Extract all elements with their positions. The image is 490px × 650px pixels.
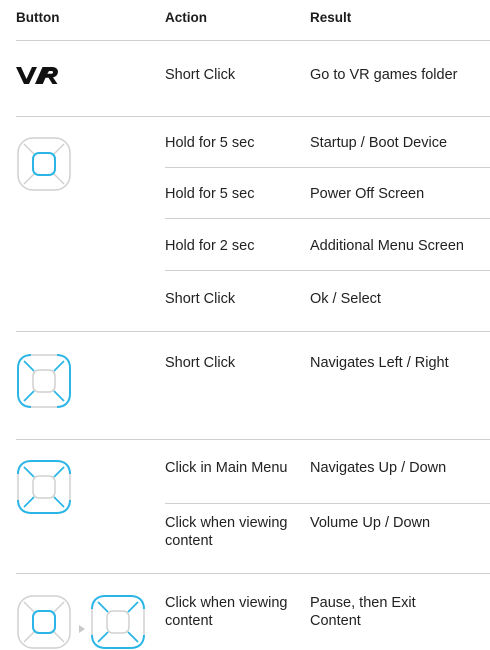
vr-logo-icon <box>16 67 58 84</box>
row-divider <box>165 270 490 271</box>
action-cell: Click when viewing content <box>165 515 288 549</box>
action-cell: Short Click <box>165 355 236 371</box>
header-divider <box>16 40 490 41</box>
row-divider <box>165 218 490 219</box>
result-cell: Startup / Boot Device <box>310 135 448 151</box>
result-cell: Go to VR games folder <box>310 67 458 83</box>
result-cell: Ok / Select <box>310 291 381 307</box>
result-cell: Navigates Up / Down <box>310 460 447 476</box>
arrow-right-icon <box>79 625 85 633</box>
action-cell: Click when viewing content <box>165 595 288 629</box>
result-cell: Additional Menu Screen <box>310 238 464 254</box>
section-divider <box>16 573 490 574</box>
header-result: Result <box>310 10 352 25</box>
action-cell: Short Click <box>165 67 236 83</box>
section-divider <box>16 331 490 332</box>
section-divider <box>16 439 490 440</box>
header-button: Button <box>16 10 60 25</box>
result-cell: Pause, then Exit Content <box>310 595 416 629</box>
dpad-up-down-small-icon <box>91 595 145 649</box>
controls-table: Button Action Result Short Click Go to V… <box>0 0 490 649</box>
row-divider <box>165 503 490 504</box>
action-cell: Click in Main Menu <box>165 460 288 476</box>
section-divider <box>16 116 490 117</box>
result-cell: Navigates Left / Right <box>310 355 449 371</box>
result-cell: Volume Up / Down <box>310 515 431 531</box>
action-cell: Short Click <box>165 291 236 307</box>
action-cell: Hold for 5 sec <box>165 135 255 151</box>
header-action: Action <box>165 10 207 25</box>
dpad-center-small-icon <box>17 595 71 649</box>
action-cell: Hold for 2 sec <box>165 238 255 254</box>
dpad-center-icon <box>17 137 71 191</box>
dpad-up-down-icon <box>17 460 71 514</box>
result-cell: Power Off Screen <box>310 186 425 202</box>
row-divider <box>165 167 490 168</box>
dpad-left-right-icon <box>17 354 71 408</box>
action-cell: Hold for 5 sec <box>165 186 255 202</box>
